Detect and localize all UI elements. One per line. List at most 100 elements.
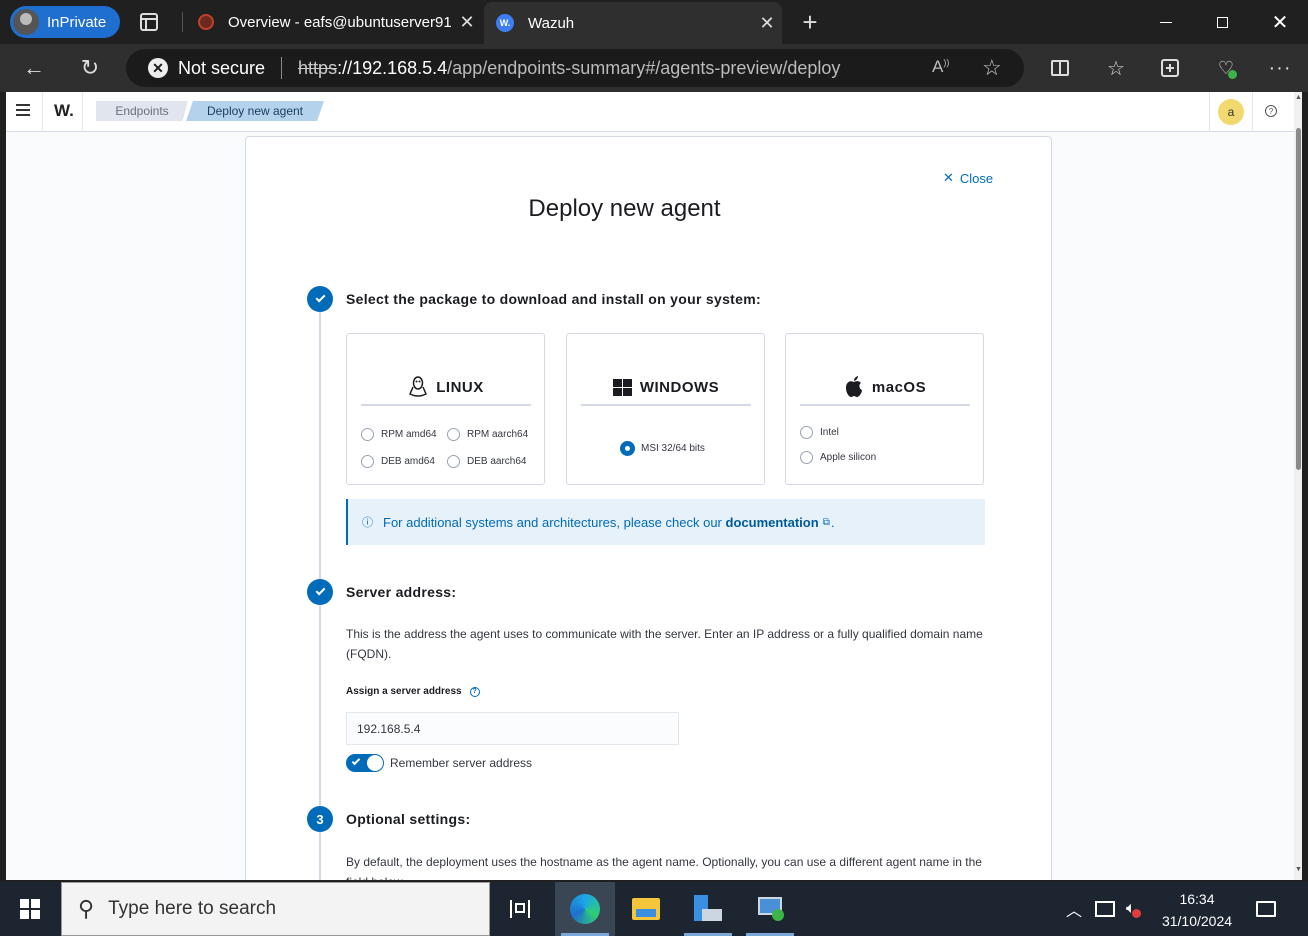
remote-desktop-manager-icon[interactable] bbox=[678, 882, 738, 936]
tab-actions-icon[interactable] bbox=[140, 13, 158, 31]
step-1-complete-icon bbox=[307, 286, 333, 312]
profile-avatar-icon bbox=[13, 9, 39, 35]
url-text[interactable]: https://192.168.5.4/app/endpoints-summar… bbox=[298, 58, 840, 79]
edge-icon[interactable] bbox=[555, 882, 615, 936]
minimize-icon[interactable] bbox=[1138, 0, 1194, 44]
radio-deb-aarch64[interactable]: DEB aarch64 bbox=[447, 455, 526, 468]
taskbar-clock[interactable]: 16:34 31/10/2024 bbox=[1152, 888, 1242, 932]
back-icon[interactable]: ← bbox=[14, 50, 54, 86]
page-scrollbar[interactable]: ▲ ▼ bbox=[1294, 92, 1302, 880]
external-link-icon: ⧉ bbox=[822, 516, 830, 528]
step-3-description: By default, the deployment uses the host… bbox=[346, 855, 982, 880]
step-2-description: This is the address the agent uses to co… bbox=[346, 627, 983, 661]
scrollbar-thumb[interactable] bbox=[1296, 128, 1301, 470]
clock-date: 31/10/2024 bbox=[1161, 913, 1233, 929]
address-bar-row: ← ↻ ✕ Not secure https://192.168.5.4/app… bbox=[0, 44, 1308, 92]
radio-apple-silicon[interactable]: Apple silicon bbox=[800, 451, 876, 464]
collections-icon[interactable] bbox=[1150, 50, 1190, 86]
page-title: Deploy new agent bbox=[528, 195, 721, 222]
tab-title: Wazuh bbox=[528, 14, 575, 32]
server-address-label: Assign a server address ? bbox=[346, 686, 480, 697]
browser-tab-bar: InPrivate Overview - eafs@ubuntuserver91… bbox=[0, 0, 1308, 44]
step-2-complete-icon bbox=[307, 579, 333, 605]
close-tab-icon[interactable]: ✕ bbox=[452, 12, 482, 33]
not-secure-icon: ✕ bbox=[148, 58, 168, 78]
taskbar-search[interactable]: ⚲ Type here to search bbox=[61, 882, 490, 936]
step-3-title: Optional settings: bbox=[346, 811, 471, 827]
tab-title: Overview - eafs@ubuntuserver91 bbox=[228, 13, 452, 31]
tab-divider bbox=[182, 12, 183, 32]
step-2-title: Server address: bbox=[346, 584, 457, 600]
search-icon: ⚲ bbox=[78, 896, 95, 921]
divider bbox=[281, 57, 283, 79]
radio-intel[interactable]: Intel bbox=[800, 426, 839, 439]
file-explorer-icon[interactable] bbox=[616, 882, 676, 936]
windows-header: WINDOWS bbox=[581, 370, 751, 406]
macos-header: macOS bbox=[800, 370, 970, 406]
divider bbox=[82, 92, 83, 132]
remote-connection-icon[interactable] bbox=[740, 882, 800, 936]
scroll-down-icon[interactable]: ▼ bbox=[1295, 866, 1302, 873]
linux-tux-icon bbox=[409, 376, 428, 397]
linux-card: LINUX RPM amd64 RPM aarch64 DEB amd64 DE… bbox=[346, 333, 545, 485]
server-address-input[interactable]: 192.168.5.4 bbox=[346, 712, 679, 745]
read-aloud-icon[interactable]: A)) bbox=[932, 57, 949, 77]
close-tab-icon[interactable]: ✕ bbox=[752, 13, 782, 34]
split-screen-icon[interactable] bbox=[1040, 50, 1080, 86]
apple-icon bbox=[845, 376, 862, 397]
breadcrumb-endpoints[interactable]: Endpoints bbox=[96, 101, 188, 121]
new-tab-icon[interactable]: + bbox=[798, 8, 822, 36]
tab-overview[interactable]: Overview - eafs@ubuntuserver91 ✕ bbox=[186, 0, 482, 44]
inprivate-label: InPrivate bbox=[47, 13, 107, 31]
menu-icon[interactable] bbox=[16, 104, 30, 116]
refresh-icon[interactable]: ↻ bbox=[70, 50, 110, 86]
start-button[interactable] bbox=[0, 882, 60, 936]
divider bbox=[42, 92, 43, 132]
favorite-star-icon[interactable]: ☆ bbox=[982, 55, 1002, 81]
inprivate-badge[interactable]: InPrivate bbox=[10, 6, 120, 38]
remember-address-toggle[interactable] bbox=[346, 754, 384, 772]
macos-card: macOS Intel Apple silicon bbox=[785, 333, 984, 485]
windows-start-icon bbox=[20, 899, 40, 919]
ubuntu-icon bbox=[198, 14, 214, 30]
step-3-number: 3 bbox=[307, 806, 333, 832]
radio-rpm-amd64[interactable]: RPM amd64 bbox=[361, 428, 437, 441]
windows-logo-icon bbox=[612, 378, 632, 396]
remember-address-label: Remember server address bbox=[390, 756, 533, 770]
windows-taskbar: ⚲ Type here to search ︿ 🔈︎ 16:34 31/10/2… bbox=[0, 882, 1308, 936]
question-icon[interactable]: ? bbox=[469, 686, 480, 697]
network-icon[interactable] bbox=[1095, 882, 1115, 936]
address-bar[interactable]: ✕ Not secure https://192.168.5.4/app/end… bbox=[126, 49, 1024, 87]
app-header: W. Endpoints Deploy new agent a ? bbox=[6, 92, 1294, 132]
radio-rpm-aarch64[interactable]: RPM aarch64 bbox=[447, 428, 528, 441]
security-label[interactable]: Not secure bbox=[178, 58, 265, 79]
wazuh-icon: W. bbox=[496, 14, 514, 32]
deploy-agent-panel: ✕ Close Deploy new agent Select the pack… bbox=[245, 136, 1052, 880]
avatar[interactable]: a bbox=[1218, 99, 1244, 125]
help-icon[interactable]: ? bbox=[1265, 105, 1277, 117]
close-button[interactable]: ✕ Close bbox=[943, 170, 993, 186]
more-menu-icon[interactable]: ··· bbox=[1260, 50, 1300, 86]
documentation-link[interactable]: documentation bbox=[726, 515, 819, 530]
radio-deb-amd64[interactable]: DEB amd64 bbox=[361, 455, 435, 468]
step-1-title: Select the package to download and insta… bbox=[346, 291, 761, 307]
scroll-up-icon[interactable]: ▲ bbox=[1295, 94, 1302, 101]
close-window-icon[interactable]: ✕ bbox=[1252, 0, 1308, 44]
divider bbox=[1252, 92, 1253, 132]
task-view-icon[interactable] bbox=[490, 882, 550, 936]
favorites-icon[interactable]: ☆ bbox=[1096, 50, 1136, 86]
show-hidden-icons-icon[interactable]: ︿ bbox=[1066, 882, 1082, 936]
volume-muted-icon[interactable]: 🔈︎ bbox=[1126, 882, 1141, 936]
page-viewport: W. Endpoints Deploy new agent a ? ✕ Clos… bbox=[6, 92, 1302, 880]
tab-wazuh[interactable]: W. Wazuh ✕ bbox=[484, 2, 782, 44]
browser-essentials-icon[interactable]: ♡ bbox=[1206, 50, 1246, 86]
info-icon: ⓘ bbox=[362, 517, 373, 529]
wazuh-logo[interactable]: W. bbox=[54, 101, 74, 121]
radio-msi-32-64[interactable]: MSI 32/64 bits bbox=[621, 442, 705, 455]
linux-header: LINUX bbox=[361, 370, 531, 406]
notifications-icon[interactable] bbox=[1256, 882, 1276, 936]
restore-icon[interactable] bbox=[1194, 0, 1250, 44]
breadcrumb-deploy-new-agent: Deploy new agent bbox=[186, 101, 324, 121]
windows-card: WINDOWS MSI 32/64 bits bbox=[566, 333, 765, 485]
divider bbox=[1209, 92, 1210, 132]
